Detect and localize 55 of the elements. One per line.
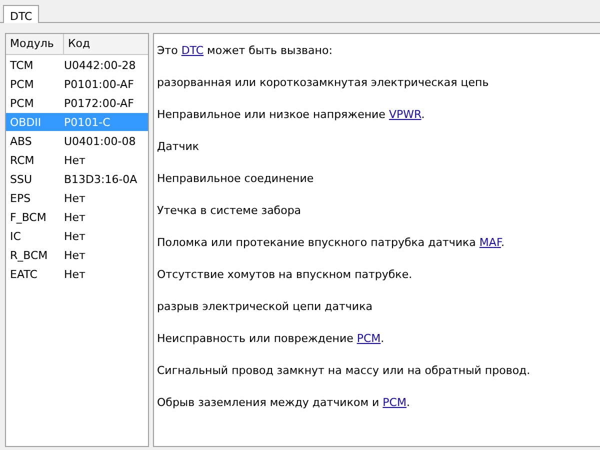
- module-cell-text: ABS: [9, 134, 33, 148]
- list-row[interactable]: PCM P0101:00-AF: [6, 75, 148, 93]
- description-line: разорванная или короткозамкнутая электрическая цепь: [157, 76, 490, 91]
- description-line: Утечка в системе забора: [157, 204, 302, 219]
- module-cell-text: RCM: [9, 154, 36, 166]
- description-line: Неправильное или низкое напряжение VPWR.: [157, 108, 426, 123]
- link[interactable]: PCM: [356, 332, 381, 345]
- list-row[interactable]: ABS U0401:00-08: [6, 132, 148, 150]
- module-cell-text: OBDII: [9, 116, 42, 128]
- tab[interactable]: DTC: [3, 5, 40, 23]
- module-cell-text: EATC: [9, 268, 38, 280]
- list-row[interactable]: SSU B13D3:16-0A: [6, 170, 148, 188]
- code-cell: U0401:00-08: [63, 134, 136, 148]
- code-cell: Нет: [63, 192, 86, 204]
- list-row[interactable]: RCM Нет: [6, 151, 148, 169]
- code-cell: P0101:00-AF: [63, 78, 134, 90]
- list-row[interactable]: TCM U0442:00-28: [6, 56, 148, 74]
- module-cell-text: IC: [9, 230, 22, 242]
- list-row[interactable]: R_BCM Нет: [6, 246, 148, 264]
- description-line: Поломка или протекание впускного патрубка датчика MAF.: [157, 236, 506, 251]
- code-cell: P0172:00-AF: [63, 96, 134, 110]
- description-line: Сигнальный провод замкнут на массу или на обратный провод.: [157, 364, 532, 379]
- module-cell-text: TCM: [9, 58, 34, 72]
- description-line: Отсутствие хомутов на впускном патрубке.: [157, 268, 414, 283]
- code-cell: Нет: [63, 268, 86, 280]
- link[interactable]: DTC: [181, 44, 204, 57]
- description-line: Неправильное соединение: [157, 172, 315, 187]
- description-line: Датчик: [157, 140, 200, 155]
- module-cell-text: PCM: [9, 78, 35, 90]
- code-cell: Нет: [63, 210, 86, 224]
- description-line: Обрыв заземления между датчиком и PCM.: [157, 396, 411, 411]
- code-cell: Нет: [63, 248, 86, 262]
- module-cell-text: EPS: [9, 192, 32, 204]
- column-header[interactable]: Модуль: [6, 34, 64, 54]
- list-row[interactable]: IC Нет: [6, 227, 148, 245]
- description-line: Это DTC может быть вызвано:: [157, 44, 334, 59]
- column-header[interactable]: Код: [64, 34, 143, 54]
- description-line: Неисправность или повреждение PCM.: [157, 332, 386, 347]
- module-cell-text: R_BCM: [9, 248, 49, 262]
- module-cell-text: SSU: [9, 172, 34, 186]
- link[interactable]: VPWR: [388, 108, 422, 121]
- list-row[interactable]: PCM P0172:00-AF: [6, 94, 148, 112]
- list-row[interactable]: F_BCM Нет: [6, 208, 148, 226]
- link[interactable]: MAF: [479, 236, 501, 249]
- module-cell-text: F_BCM: [9, 210, 48, 224]
- list-row[interactable]: EATC Нет: [6, 265, 148, 283]
- code-cell: P0101-C: [63, 116, 110, 128]
- code-cell: Нет: [63, 154, 86, 166]
- code-cell: U0442:00-28: [63, 58, 136, 72]
- description-line: разрыв электрической цепи датчика: [157, 300, 374, 315]
- module-cell-text: PCM: [9, 96, 35, 110]
- code-cell: Нет: [63, 230, 86, 242]
- code-cell: B13D3:16-0A: [63, 172, 138, 186]
- list-row[interactable]: EPS Нет: [6, 189, 148, 207]
- link[interactable]: PCM: [382, 396, 406, 409]
